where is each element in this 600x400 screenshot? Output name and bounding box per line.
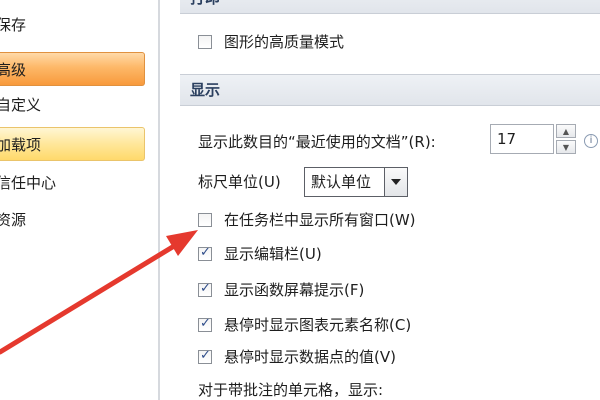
spin-up-button[interactable]: ▲ [556,124,576,138]
options-nav-sidebar: 保存 高级 自定义 加载项 信任中心 资源 [0,0,150,400]
nav-item-customize-label: 自定义 [0,96,42,114]
ruler-units-label: 标尺单位(U) [198,173,281,191]
nav-item-trust-center-label: 信任中心 [0,174,57,192]
recent-docs-spinner: ▲ ▼ [556,124,578,156]
show-all-windows-checkbox[interactable] [198,213,212,227]
show-datapoint-values-label: 悬停时显示数据点的值(V) [224,348,396,366]
recent-docs-count-input[interactable]: 17 [490,124,554,154]
comments-display-label: 对于带批注的单元格，显示: [198,381,384,399]
hq-graphics-label: 图形的高质量模式 [224,33,345,51]
print-section-title: 打印 [190,0,220,13]
display-section-title: 显示 [190,81,221,99]
print-section-header: 打印 [180,0,600,14]
show-formula-bar-checkbox[interactable] [198,245,212,261]
nav-item-advanced[interactable]: 高级 [0,52,145,86]
nav-item-resources[interactable]: 资源 [0,203,145,237]
show-datapoint-values-checkbox[interactable] [198,348,212,364]
nav-item-addins-label: 加载项 [0,136,42,154]
nav-item-resources-label: 资源 [0,211,27,229]
hq-graphics-checkbox[interactable] [198,35,212,49]
nav-item-trust-center[interactable]: 信任中心 [0,166,145,200]
nav-item-advanced-label: 高级 [0,61,27,79]
show-function-tips-label: 显示函数屏幕提示(F) [224,281,365,299]
spin-down-button[interactable]: ▼ [556,140,576,154]
show-chart-names-label: 悬停时显示图表元素名称(C) [224,316,412,334]
show-formula-bar-label: 显示编辑栏(U) [224,245,322,263]
options-main-panel: 打印 图形的高质量模式 显示 显示此数目的“最近使用的文档”(R): 17 ▲ … [160,0,600,400]
nav-item-customize[interactable]: 自定义 [0,88,145,122]
info-icon: i [584,134,598,148]
nav-item-save-label: 保存 [0,16,27,34]
chevron-down-icon[interactable] [384,168,407,196]
show-all-windows-label: 在任务栏中显示所有窗口(W) [224,211,416,229]
nav-item-save[interactable]: 保存 [0,8,145,42]
ruler-units-value: 默认单位 [311,173,372,191]
recent-docs-label: 显示此数目的“最近使用的文档”(R): [198,133,436,151]
show-function-tips-checkbox[interactable] [198,281,212,297]
show-chart-names-checkbox[interactable] [198,316,212,332]
nav-item-addins[interactable]: 加载项 [0,127,145,161]
display-section-header: 显示 [180,74,600,106]
ruler-units-select[interactable]: 默认单位 [304,167,408,197]
